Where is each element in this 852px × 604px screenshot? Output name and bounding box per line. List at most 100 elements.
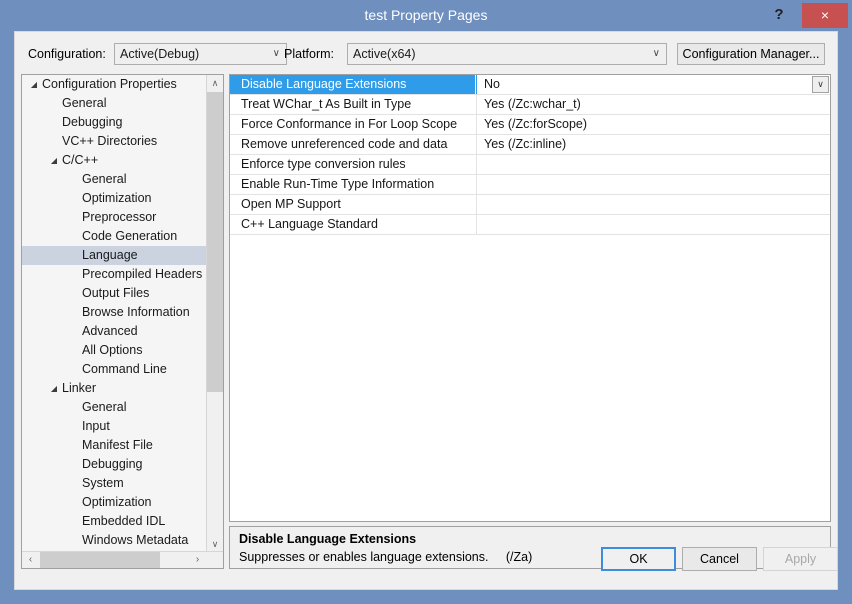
tree-item-label: Language bbox=[82, 246, 138, 265]
tree-vertical-scrollbar[interactable]: ∧ ∨ bbox=[206, 75, 223, 553]
configuration-toolbar: Configuration: Active(Debug) ∨ Platform:… bbox=[15, 32, 837, 76]
tree-horizontal-scroll-thumb[interactable] bbox=[40, 552, 160, 568]
property-value[interactable]: Yes (/Zc:forScope) bbox=[476, 115, 830, 134]
tree-item-label: Preprocessor bbox=[82, 208, 156, 227]
tree-item-configuration-properties[interactable]: ◢Configuration Properties bbox=[22, 75, 207, 94]
property-value[interactable] bbox=[476, 215, 830, 234]
property-value[interactable]: Yes (/Zc:wchar_t) bbox=[476, 95, 830, 114]
configuration-label: Configuration: bbox=[28, 47, 106, 61]
property-value-dropdown-icon[interactable]: ∨ bbox=[812, 76, 829, 93]
property-name: C++ Language Standard bbox=[230, 215, 475, 234]
tree-item-language[interactable]: Language bbox=[22, 246, 207, 265]
chevron-down-icon: ∨ bbox=[273, 44, 280, 64]
tree-item-browse-information[interactable]: Browse Information bbox=[22, 303, 207, 322]
tree-item-windows-metadata[interactable]: Windows Metadata bbox=[22, 531, 207, 550]
tree-item-label: General bbox=[62, 94, 106, 113]
property-row[interactable]: Enable Run-Time Type Information bbox=[230, 175, 830, 195]
property-value[interactable] bbox=[476, 195, 830, 214]
scrollbar-corner bbox=[206, 552, 223, 568]
property-value-text: Yes (/Zc:inline) bbox=[484, 137, 566, 151]
configuration-select-value: Active(Debug) bbox=[120, 44, 199, 64]
property-row[interactable]: Disable Language ExtensionsNo∨ bbox=[230, 75, 830, 95]
tree-item-label: Code Generation bbox=[82, 227, 177, 246]
tree-horizontal-scrollbar[interactable]: ‹ › bbox=[22, 551, 223, 568]
tree-item-label: General bbox=[82, 170, 126, 189]
apply-button: Apply bbox=[763, 547, 838, 571]
ok-button[interactable]: OK bbox=[601, 547, 676, 571]
scroll-left-icon[interactable]: ‹ bbox=[22, 552, 39, 568]
property-row[interactable]: Force Conformance in For Loop ScopeYes (… bbox=[230, 115, 830, 135]
tree-item-label: Windows Metadata bbox=[82, 531, 188, 550]
tree-item-code-generation[interactable]: Code Generation bbox=[22, 227, 207, 246]
tree-item-preprocessor[interactable]: Preprocessor bbox=[22, 208, 207, 227]
tree-item-label: Optimization bbox=[82, 189, 151, 208]
property-value[interactable] bbox=[476, 175, 830, 194]
tree-item-linker[interactable]: ◢Linker bbox=[22, 379, 207, 398]
tree-item-label: Precompiled Headers bbox=[82, 265, 202, 284]
expand-collapse-icon[interactable]: ◢ bbox=[47, 379, 61, 398]
tree-item-system[interactable]: System bbox=[22, 474, 207, 493]
property-name: Treat WChar_t As Built in Type bbox=[230, 95, 475, 114]
close-icon[interactable]: × bbox=[802, 3, 848, 28]
tree-item-vc-directories[interactable]: VC++ Directories bbox=[22, 132, 207, 151]
chevron-down-icon: ∨ bbox=[653, 44, 660, 64]
tree-item-label: System bbox=[82, 474, 124, 493]
property-value[interactable]: No ∨ bbox=[476, 75, 830, 94]
tree-item-debugging[interactable]: Debugging bbox=[22, 455, 207, 474]
property-row[interactable]: Enforce type conversion rules bbox=[230, 155, 830, 175]
cancel-button[interactable]: Cancel bbox=[682, 547, 757, 571]
tree-item-command-line[interactable]: Command Line bbox=[22, 360, 207, 379]
expand-collapse-icon[interactable]: ◢ bbox=[47, 151, 61, 170]
tree-item-general[interactable]: General bbox=[22, 94, 207, 113]
property-name: Open MP Support bbox=[230, 195, 475, 214]
property-grid-rows: Disable Language ExtensionsNo∨Treat WCha… bbox=[230, 75, 830, 235]
configuration-manager-button[interactable]: Configuration Manager... bbox=[677, 43, 825, 65]
tree-item-all-options[interactable]: All Options bbox=[22, 341, 207, 360]
property-value[interactable]: Yes (/Zc:inline) bbox=[476, 135, 830, 154]
tree-item-label: Configuration Properties bbox=[42, 75, 177, 94]
tree-item-label: VC++ Directories bbox=[62, 132, 157, 151]
dialog-body: Configuration: Active(Debug) ∨ Platform:… bbox=[14, 31, 838, 590]
property-row[interactable]: C++ Language Standard bbox=[230, 215, 830, 235]
tree-item-c-c[interactable]: ◢C/C++ bbox=[22, 151, 207, 170]
tree-item-label: Command Line bbox=[82, 360, 167, 379]
scroll-up-icon[interactable]: ∧ bbox=[207, 75, 223, 92]
scroll-right-icon[interactable]: › bbox=[189, 552, 206, 568]
property-name: Enable Run-Time Type Information bbox=[230, 175, 475, 194]
property-value-text: No bbox=[484, 77, 500, 91]
tree-item-label: Debugging bbox=[82, 455, 142, 474]
platform-select[interactable]: Active(x64) ∨ bbox=[347, 43, 667, 65]
tree-vertical-scroll-thumb[interactable] bbox=[207, 92, 223, 392]
property-value-text: Yes (/Zc:wchar_t) bbox=[484, 97, 581, 111]
tree-item-label: Advanced bbox=[82, 322, 138, 341]
tree-item-output-files[interactable]: Output Files bbox=[22, 284, 207, 303]
tree-item-input[interactable]: Input bbox=[22, 417, 207, 436]
tree-item-label: C/C++ bbox=[62, 151, 98, 170]
tree-item-general[interactable]: General bbox=[22, 170, 207, 189]
property-pages-dialog: test Property Pages ? × Configuration: A… bbox=[0, 0, 852, 604]
property-value[interactable] bbox=[476, 155, 830, 174]
property-name: Force Conformance in For Loop Scope bbox=[230, 115, 475, 134]
tree-item-advanced[interactable]: Advanced bbox=[22, 322, 207, 341]
tree-item-optimization[interactable]: Optimization bbox=[22, 189, 207, 208]
property-row[interactable]: Treat WChar_t As Built in Type Yes (/Zc:w… bbox=[230, 95, 830, 115]
title-bar: test Property Pages ? × bbox=[0, 0, 852, 31]
platform-label: Platform: bbox=[284, 47, 334, 61]
tree-item-precompiled-headers[interactable]: Precompiled Headers bbox=[22, 265, 207, 284]
help-icon[interactable]: ? bbox=[762, 0, 796, 29]
window-title: test Property Pages bbox=[0, 0, 852, 31]
description-title: Disable Language Extensions bbox=[239, 532, 821, 547]
expand-collapse-icon[interactable]: ◢ bbox=[27, 75, 41, 94]
tree-item-label: Manifest File bbox=[82, 436, 153, 455]
tree-item-label: Linker bbox=[62, 379, 96, 398]
property-row[interactable]: Open MP Support bbox=[230, 195, 830, 215]
tree-item-manifest-file[interactable]: Manifest File bbox=[22, 436, 207, 455]
tree-item-embedded-idl[interactable]: Embedded IDL bbox=[22, 512, 207, 531]
configuration-select[interactable]: Active(Debug) ∨ bbox=[114, 43, 287, 65]
tree-item-debugging[interactable]: Debugging bbox=[22, 113, 207, 132]
property-row[interactable]: Remove unreferenced code and data Yes (/Z… bbox=[230, 135, 830, 155]
tree-item-label: Input bbox=[82, 417, 110, 436]
tree-item-general[interactable]: General bbox=[22, 398, 207, 417]
property-name: Remove unreferenced code and data bbox=[230, 135, 475, 154]
tree-item-optimization[interactable]: Optimization bbox=[22, 493, 207, 512]
